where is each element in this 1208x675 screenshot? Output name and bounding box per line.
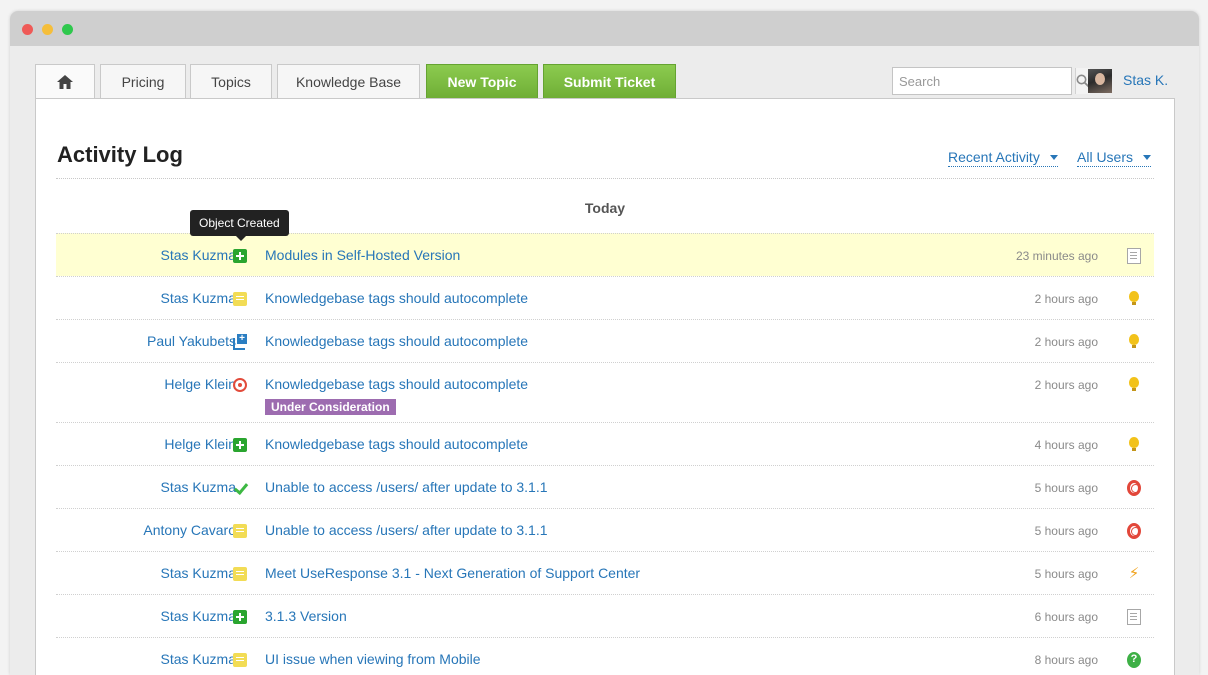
activity-timestamp: 8 hours ago <box>1034 653 1098 667</box>
activity-timestamp: 23 minutes ago <box>1015 249 1098 263</box>
tab-home[interactable] <box>35 64 95 99</box>
duplicate-icon <box>233 334 247 350</box>
activity-user-link[interactable]: Stas Kuzma <box>161 608 236 624</box>
question-icon: ? <box>1127 652 1141 668</box>
comment-icon <box>233 524 247 538</box>
chevron-down-icon <box>1049 154 1058 160</box>
lightning-icon: ⚡ <box>1128 565 1140 582</box>
all-users-filter[interactable]: All Users <box>1077 149 1152 167</box>
window-titlebar <box>10 11 1199 46</box>
object-created-icon <box>233 249 247 263</box>
new-topic-button[interactable]: New Topic <box>426 64 538 99</box>
activity-row: Stas Kuzma Modules in Self-Hosted Version… <box>56 233 1154 276</box>
minimize-window-button[interactable] <box>42 24 53 35</box>
activity-timestamp: 5 hours ago <box>1034 567 1098 581</box>
activity-title-link[interactable]: UI issue when viewing from Mobile <box>265 651 481 667</box>
activity-title-link[interactable]: Knowledgebase tags should autocomplete <box>265 290 528 306</box>
recent-activity-filter[interactable]: Recent Activity <box>948 149 1058 167</box>
activity-title-link[interactable]: Knowledgebase tags should autocomplete <box>265 436 528 452</box>
article-icon <box>1127 609 1141 625</box>
all-users-filter-label: All Users <box>1077 149 1134 165</box>
article-icon <box>1127 248 1141 264</box>
activity-timestamp: 4 hours ago <box>1034 438 1098 452</box>
idea-icon <box>1127 334 1141 350</box>
activity-row: Stas Kuzma 3.1.3 Version 6 hours ago <box>56 594 1154 637</box>
tab-knowledge-base[interactable]: Knowledge Base <box>277 64 420 99</box>
activity-timestamp: 5 hours ago <box>1034 481 1098 495</box>
activity-timestamp: 6 hours ago <box>1034 610 1098 624</box>
activity-timestamp: 2 hours ago <box>1034 335 1098 349</box>
browser-window: Pricing Topics Knowledge Base New Topic … <box>10 11 1199 675</box>
activity-row: Paul Yakubets Knowledgebase tags should a… <box>56 319 1154 362</box>
activity-row: Stas Kuzma Unable to access /users/ after… <box>56 465 1154 508</box>
object-created-icon <box>233 610 247 624</box>
activity-title-link[interactable]: Unable to access /users/ after update to… <box>265 522 548 538</box>
tab-pricing[interactable]: Pricing <box>100 64 186 99</box>
checkmark-icon <box>233 481 247 495</box>
status-badge: Under Consideration <box>265 399 396 415</box>
activity-log-panel: Activity Log Recent Activity All Users T… <box>35 98 1175 675</box>
activity-row: Stas Kuzma Knowledgebase tags should auto… <box>56 276 1154 319</box>
activity-title-link[interactable]: Knowledgebase tags should autocomplete <box>265 333 528 349</box>
comment-icon <box>233 567 247 581</box>
activity-user-link[interactable]: Stas Kuzma <box>161 290 236 306</box>
idea-icon <box>1127 437 1141 453</box>
activity-row: Antony Cavaro Unable to access /users/ af… <box>56 508 1154 551</box>
search-input[interactable] <box>893 68 1075 94</box>
recent-activity-filter-label: Recent Activity <box>948 149 1040 165</box>
activity-timestamp: 2 hours ago <box>1034 378 1098 392</box>
lifebuoy-icon <box>1127 523 1141 539</box>
activity-user-link[interactable]: Stas Kuzma <box>161 479 236 495</box>
comment-icon <box>233 653 247 667</box>
activity-timestamp: 2 hours ago <box>1034 292 1098 306</box>
activity-timestamp: 5 hours ago <box>1034 524 1098 538</box>
activity-row: Helge Klein Knowledgebase tags should aut… <box>56 362 1154 422</box>
activity-user-link[interactable]: Stas Kuzma <box>161 565 236 581</box>
activity-user-link[interactable]: Helge Klein <box>164 436 236 452</box>
tab-topics[interactable]: Topics <box>190 64 272 99</box>
idea-icon <box>1127 377 1141 393</box>
user-name-link[interactable]: Stas K. <box>1123 72 1168 88</box>
activity-row: Helge Klein Knowledgebase tags should aut… <box>56 422 1154 465</box>
activity-user-link[interactable]: Antony Cavaro <box>143 522 236 538</box>
activity-user-link[interactable]: Stas Kuzma <box>161 651 236 667</box>
user-avatar[interactable] <box>1088 69 1112 93</box>
idea-icon <box>1127 291 1141 307</box>
tooltip: Object Created <box>190 210 289 241</box>
search-box <box>892 67 1090 95</box>
page-title: Activity Log <box>57 142 183 167</box>
lifebuoy-icon <box>1127 480 1141 496</box>
status-change-icon <box>233 378 247 392</box>
activity-title-link[interactable]: Modules in Self-Hosted Version <box>265 247 460 263</box>
chevron-down-icon <box>1143 154 1152 160</box>
activity-title-link[interactable]: Unable to access /users/ after update to… <box>265 479 548 495</box>
activity-user-link[interactable]: Stas Kuzma <box>161 247 236 263</box>
header-divider <box>56 178 1154 179</box>
object-created-icon <box>233 438 247 452</box>
home-icon <box>57 75 73 89</box>
comment-icon <box>233 292 247 306</box>
activity-title-link[interactable]: Meet UseResponse 3.1 - Next Generation o… <box>265 565 640 581</box>
activity-title-link[interactable]: 3.1.3 Version <box>265 608 347 624</box>
submit-ticket-button[interactable]: Submit Ticket <box>543 64 676 99</box>
activity-user-link[interactable]: Paul Yakubets <box>147 333 236 349</box>
activity-user-link[interactable]: Helge Klein <box>164 376 236 392</box>
activity-row: Stas Kuzma Meet UseResponse 3.1 - Next Ge… <box>56 551 1154 594</box>
activity-title-link[interactable]: Knowledgebase tags should autocomplete <box>265 376 528 392</box>
close-window-button[interactable] <box>22 24 33 35</box>
activity-row: Stas Kuzma UI issue when viewing from Mob… <box>56 637 1154 675</box>
maximize-window-button[interactable] <box>62 24 73 35</box>
